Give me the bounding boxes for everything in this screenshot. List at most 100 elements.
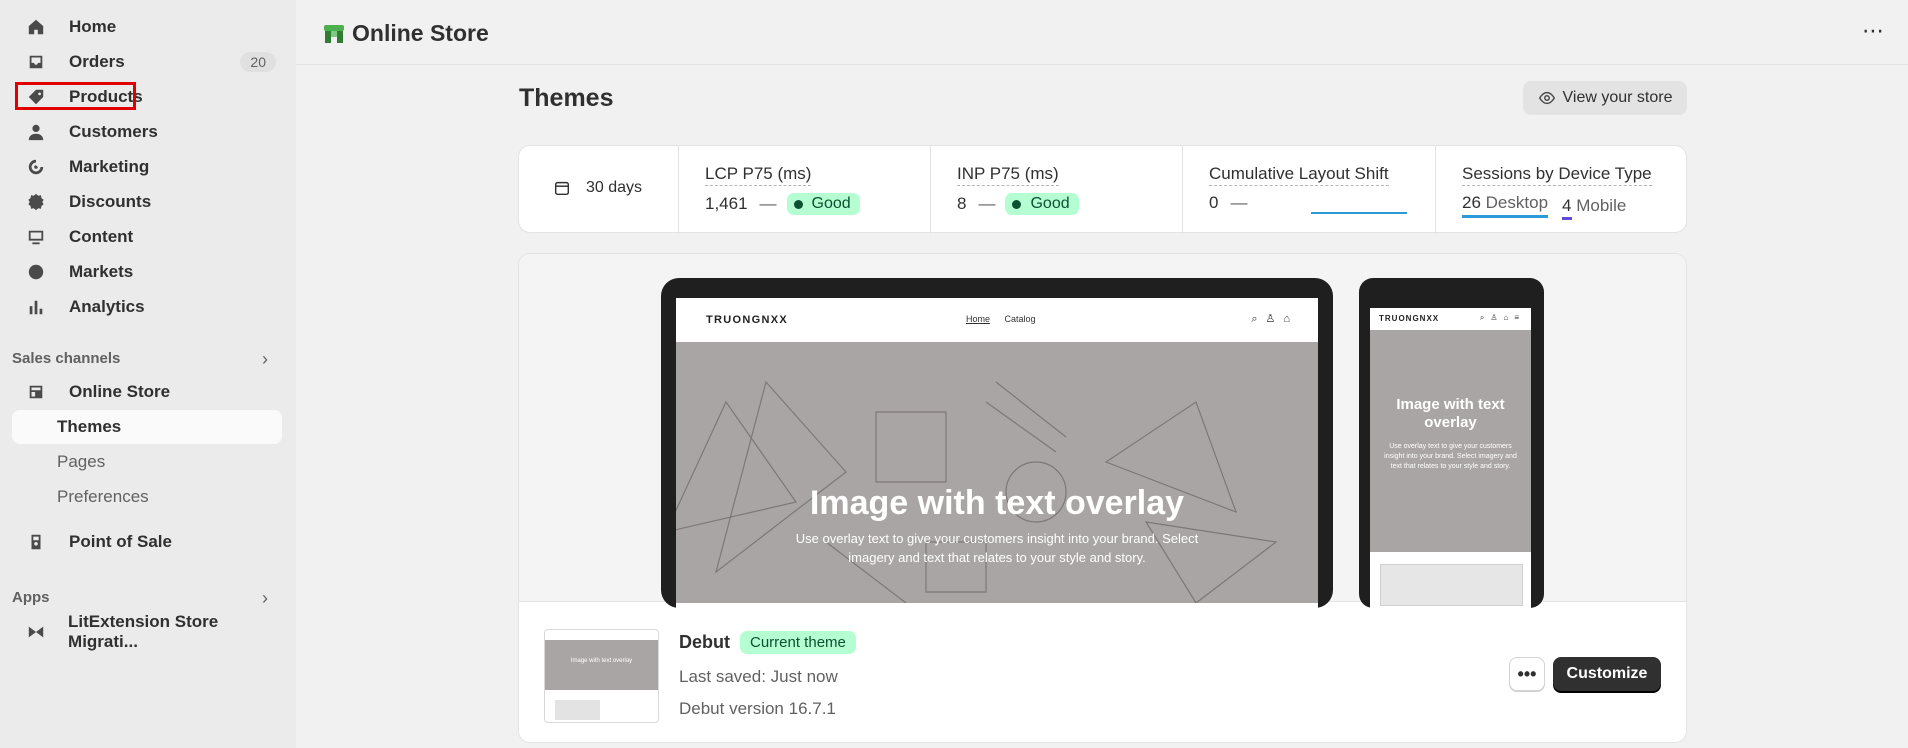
preview-header-icons: ⌕♙⌂ xyxy=(1251,313,1298,325)
mobile-preview-block xyxy=(1380,564,1523,606)
sub-item-themes[interactable]: Themes xyxy=(12,410,282,444)
lcp-title: LCP P75 (ms) xyxy=(705,164,812,186)
nav-orders-label: Orders xyxy=(69,52,125,71)
sub-item-pages[interactable]: Pages xyxy=(12,445,282,479)
theme-thumbnail: Image with text overlay xyxy=(544,629,659,723)
desktop-label: Desktop xyxy=(1485,193,1549,212)
inp-status-badge: Good xyxy=(1005,193,1079,215)
inp-metric[interactable]: INP P75 (ms) 8 — Good xyxy=(930,146,1183,234)
nav-content[interactable]: Content xyxy=(12,220,282,254)
top-bar: Online Store ⋯ xyxy=(296,0,1908,65)
last-saved: Last saved: Just now xyxy=(679,667,838,686)
view-store-label: View your store xyxy=(1562,89,1673,106)
discount-icon xyxy=(26,192,46,212)
bar-chart-icon xyxy=(26,297,46,317)
inp-status-text: Good xyxy=(1030,195,1070,212)
nav-markets[interactable]: Markets xyxy=(12,255,282,289)
status-dot-icon xyxy=(793,199,803,209)
preview-brand: TRUONGNXX xyxy=(706,314,788,326)
more-options-icon[interactable]: ⋯ xyxy=(1862,18,1886,44)
mobile-preview-brand: TRUONGNXX xyxy=(1379,314,1440,323)
products-highlight-outline xyxy=(15,82,136,110)
mobile-preview-hero: Image with text overlay Use overlay text… xyxy=(1370,330,1531,552)
cls-value: 0 xyxy=(1209,193,1219,212)
store-title: Online Store xyxy=(322,20,489,47)
nav-marketing[interactable]: Marketing xyxy=(12,150,282,184)
preview-nav-catalog: Catalog xyxy=(1004,314,1036,324)
online-store-logo-icon xyxy=(324,24,344,43)
sessions-title: Sessions by Device Type xyxy=(1462,164,1652,186)
mobile-count: 4 xyxy=(1562,195,1572,220)
current-theme-badge: Current theme xyxy=(740,631,856,654)
status-dot-icon xyxy=(1012,199,1022,209)
preview-hero: Image with text overlay Use overlay text… xyxy=(676,342,1318,603)
pos-icon xyxy=(26,532,46,552)
sidebar: Home Orders 20 Products Customers Market… xyxy=(0,0,296,748)
cls-title: Cumulative Layout Shift xyxy=(1209,164,1389,186)
thumb-hero-text: Image with text overlay xyxy=(570,658,633,664)
inp-dash: — xyxy=(978,194,996,213)
customize-button[interactable]: Customize xyxy=(1553,657,1661,691)
chevron-right-icon[interactable]: › xyxy=(262,349,268,370)
lcp-status-text: Good xyxy=(811,195,851,212)
sessions-metric[interactable]: Sessions by Device Type 26 Desktop 4 Mob… xyxy=(1435,146,1689,234)
globe-icon xyxy=(26,262,46,282)
cls-metric[interactable]: Cumulative Layout Shift 0 — xyxy=(1182,146,1436,234)
period-selector[interactable]: 30 days xyxy=(519,146,678,234)
theme-name: Debut xyxy=(679,632,730,652)
nav-online-store-label: Online Store xyxy=(69,382,171,401)
desktop-count: 26 xyxy=(1462,193,1481,212)
theme-version: Debut version 16.7.1 xyxy=(679,699,836,718)
lcp-metric[interactable]: LCP P75 (ms) 1,461 — Good xyxy=(678,146,931,234)
theme-info: Image with text overlay Debut Current th… xyxy=(519,601,1686,742)
sub-item-preferences[interactable]: Preferences xyxy=(12,480,282,514)
inbox-icon xyxy=(26,52,46,72)
sales-channels-label: Sales channels xyxy=(12,350,121,367)
apps-label: Apps xyxy=(12,589,50,606)
inp-value: 8 xyxy=(957,194,967,213)
nav-content-label: Content xyxy=(69,227,134,246)
lcp-dash: — xyxy=(759,194,777,213)
page-title: Themes xyxy=(519,84,614,112)
chevron-right-icon[interactable]: › xyxy=(262,588,268,609)
mobile-header-icons: ⌕♙⌂≡ xyxy=(1479,313,1525,322)
app-icon xyxy=(26,622,45,642)
view-store-button[interactable]: View your store xyxy=(1523,81,1687,115)
mobile-hero-title: Image with text overlay xyxy=(1396,396,1505,431)
inp-title: INP P75 (ms) xyxy=(957,164,1059,186)
preview-site-header: TRUONGNXX Home Catalog ⌕♙⌂ xyxy=(676,298,1318,342)
calendar-icon xyxy=(554,181,570,196)
nav-home-label: Home xyxy=(69,17,117,36)
nav-point-of-sale-label: Point of Sale xyxy=(69,532,172,551)
store-icon xyxy=(26,382,46,402)
person-icon xyxy=(26,122,46,142)
preview-nav-home: Home xyxy=(966,314,991,324)
theme-more-actions-button[interactable]: ••• xyxy=(1509,657,1545,691)
mobile-preview-frame: TRUONGNXX ⌕♙⌂≡ Image with text overlay U… xyxy=(1359,278,1544,608)
preview-hero-title: Image with text overlay xyxy=(809,484,1185,522)
nav-app-litextension[interactable]: LitExtension Store Migrati... xyxy=(12,612,282,651)
nav-customers-label: Customers xyxy=(69,122,158,141)
store-title-text: Online Store xyxy=(352,20,489,46)
desktop-sessions: 26 Desktop xyxy=(1462,193,1549,218)
nav-orders[interactable]: Orders 20 xyxy=(12,45,282,79)
nav-home[interactable]: Home xyxy=(12,10,282,44)
desktop-preview-frame: TRUONGNXX Home Catalog ⌕♙⌂ Image with te… xyxy=(661,278,1333,608)
mobile-hero-subtitle: Use overlay text to give your customers … xyxy=(1384,443,1517,470)
target-icon xyxy=(26,157,46,177)
nav-analytics-label: Analytics xyxy=(69,297,145,316)
mobile-preview-header: TRUONGNXX ⌕♙⌂≡ xyxy=(1370,308,1531,330)
nav-customers[interactable]: Customers xyxy=(12,115,282,149)
content-icon xyxy=(26,227,46,247)
nav-discounts[interactable]: Discounts xyxy=(12,185,282,219)
nav-online-store[interactable]: Online Store xyxy=(12,375,282,409)
nav-analytics[interactable]: Analytics xyxy=(12,290,282,324)
mobile-sessions: 4 Mobile xyxy=(1562,195,1627,220)
theme-name-row: Debut Current theme xyxy=(679,631,856,654)
mobile-label: Mobile xyxy=(1576,195,1627,215)
nav-markets-label: Markets xyxy=(69,262,134,281)
web-performance-card: 30 days LCP P75 (ms) 1,461 — Good INP P7… xyxy=(518,145,1689,234)
nav-marketing-label: Marketing xyxy=(69,157,150,176)
nav-point-of-sale[interactable]: Point of Sale xyxy=(12,525,282,559)
cls-sparkline xyxy=(1311,212,1407,214)
